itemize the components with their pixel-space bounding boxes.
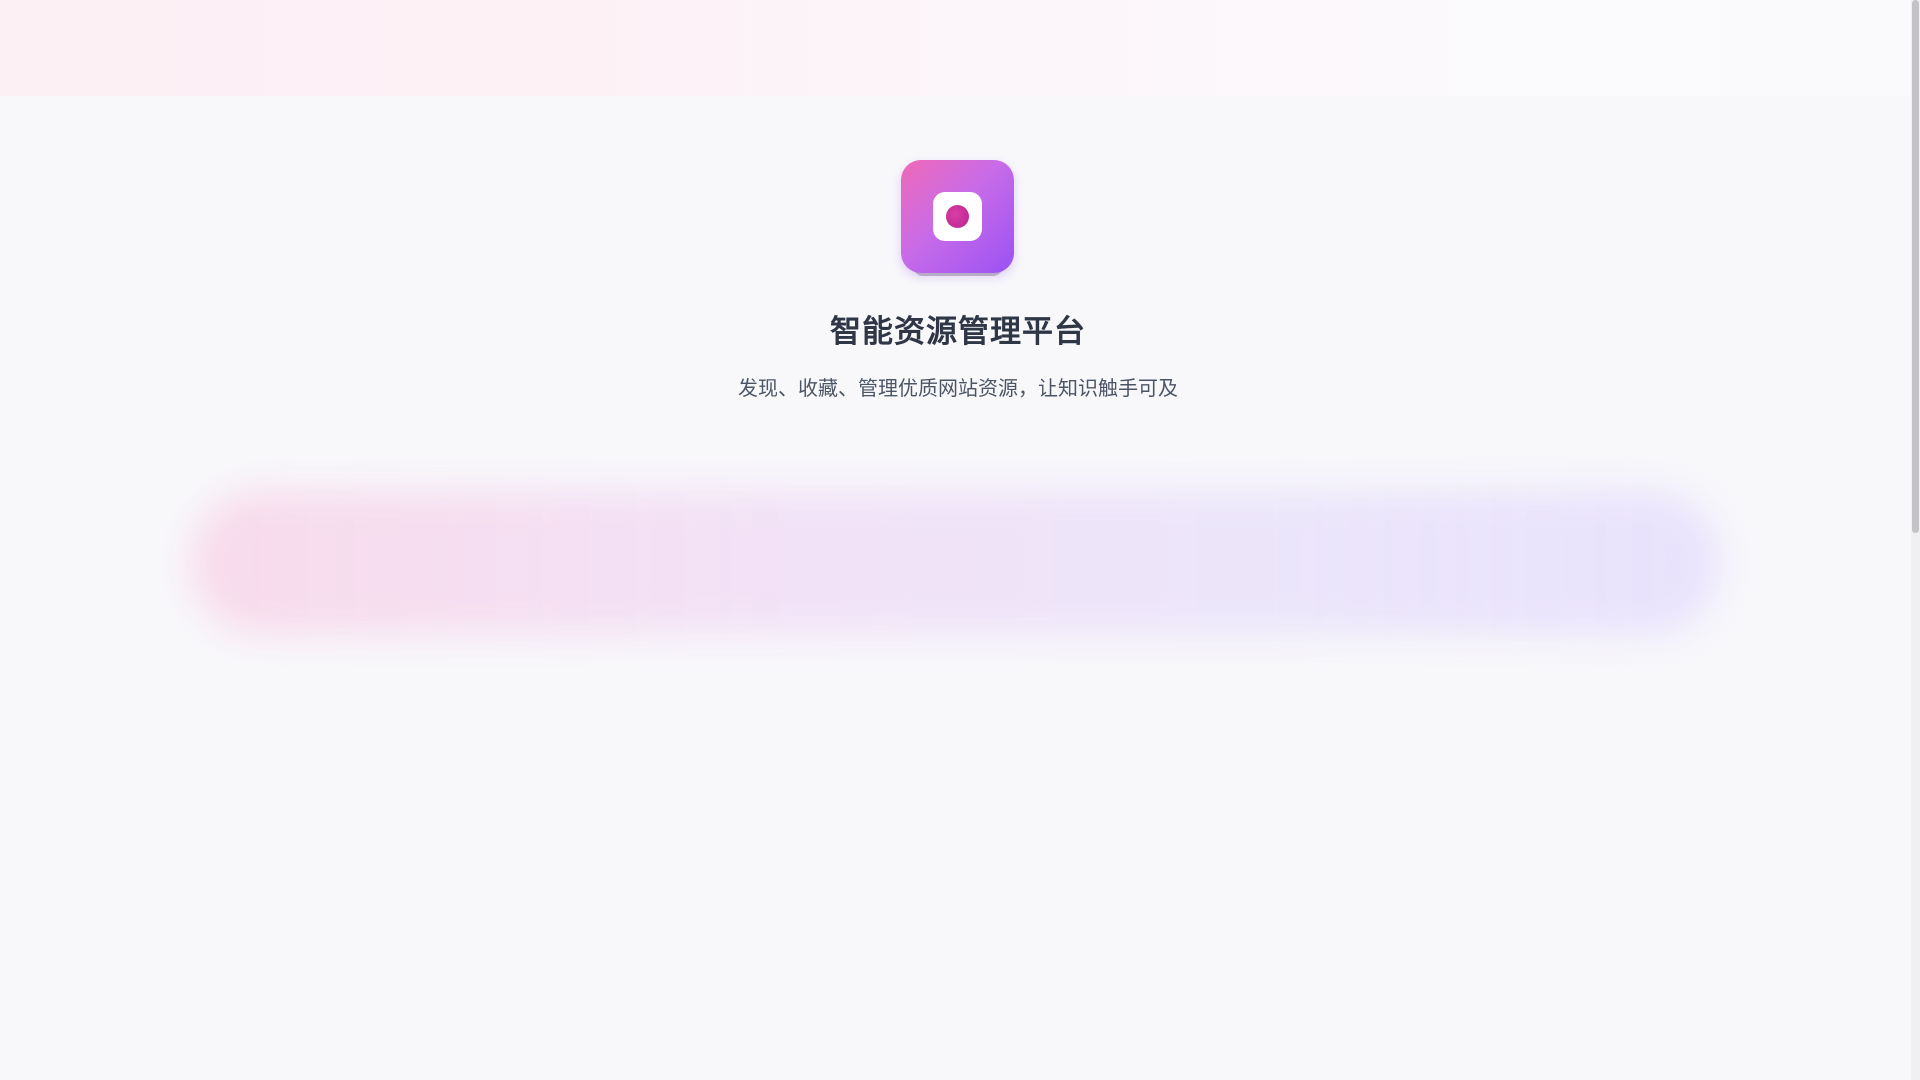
- page-tagline: 发现、收藏、管理优质网站资源，让知识触手可及: [738, 376, 1178, 400]
- scrollbar-track[interactable]: [1911, 0, 1920, 1080]
- logo-dot: [946, 205, 969, 228]
- app-logo-icon: [901, 160, 1015, 288]
- hero-section: 智能资源管理平台 发现、收藏、管理优质网站资源，让知识触手可及: [0, 0, 1911, 1080]
- page: 智能资源管理平台 发现、收藏、管理优质网站资源，让知识触手可及: [0, 0, 1920, 1080]
- search-bar-placeholder-glow: [190, 490, 1720, 635]
- logo-tile: [901, 160, 1014, 273]
- page-title: 智能资源管理平台: [830, 314, 1086, 350]
- logo-inner-square: [933, 192, 982, 241]
- scrollbar-thumb[interactable]: [1912, 0, 1919, 533]
